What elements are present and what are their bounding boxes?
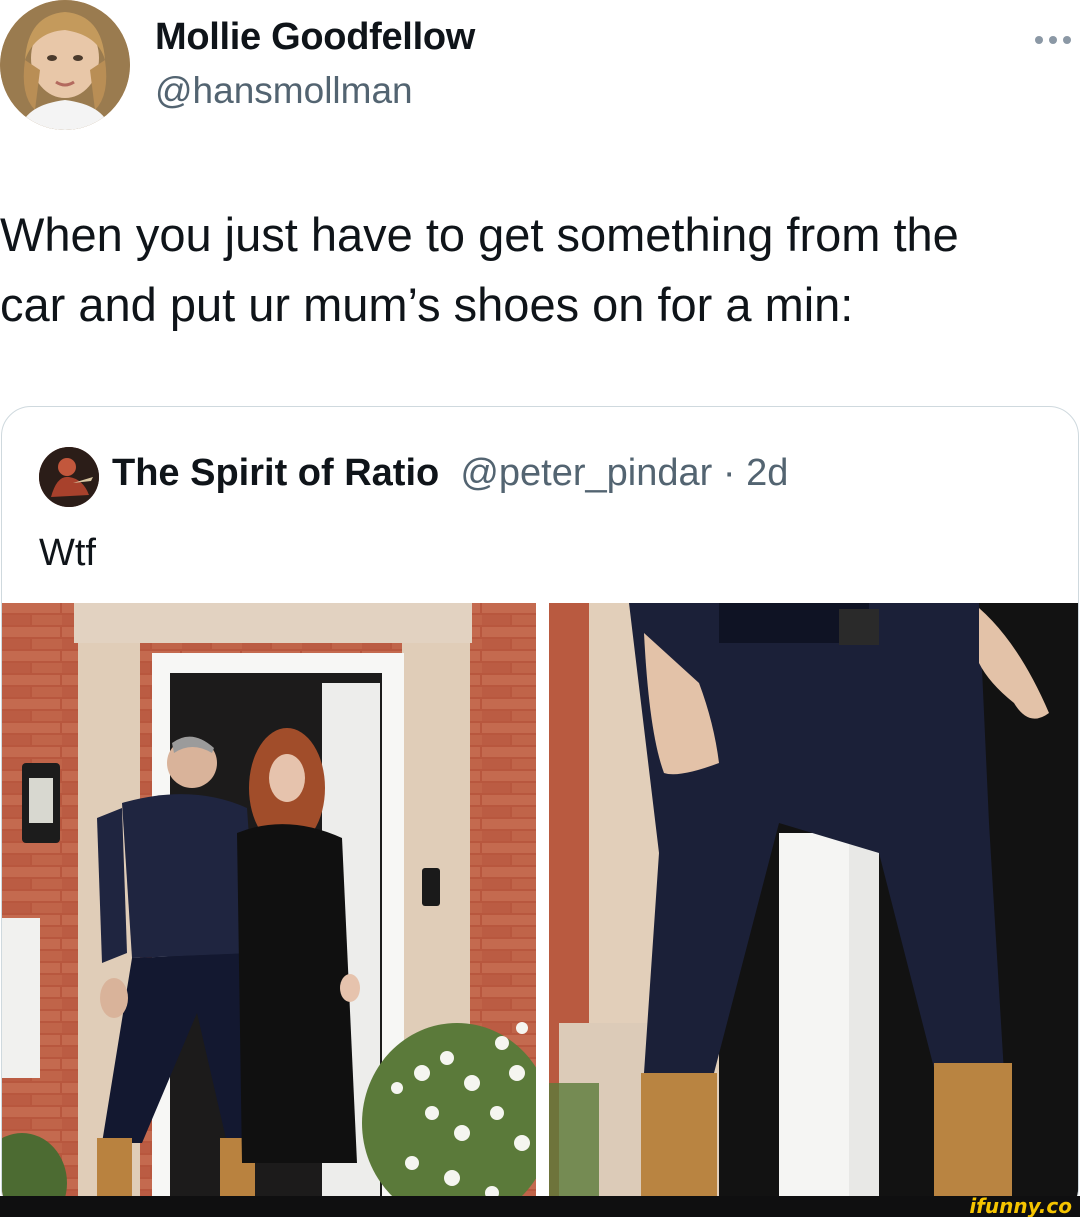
quoted-tweet-card[interactable]: The Spirit of Ratio @peter_pindar · 2d W… [1, 406, 1079, 1217]
quoted-display-name[interactable]: The Spirit of Ratio [112, 452, 439, 494]
watermark: ifunny.co [969, 1194, 1072, 1217]
quoted-text: Wtf [39, 532, 96, 574]
author-display-name[interactable]: Mollie Goodfellow [155, 16, 475, 59]
tweet-text: When you just have to get something from… [0, 200, 1070, 340]
quoted-handle[interactable]: @peter_pindar [460, 452, 712, 494]
profile-photo-icon [0, 0, 130, 130]
more-dot [1049, 36, 1057, 44]
more-dot [1063, 36, 1071, 44]
author-handle[interactable]: @hansmollman [155, 70, 413, 112]
more-horizontal-icon [1035, 36, 1043, 44]
bottom-bar: ifunny.co [0, 1194, 1080, 1217]
quoted-avatar-icon [39, 447, 99, 507]
tweet-screenshot: Mollie Goodfellow @hansmollman When you … [0, 0, 1080, 1217]
author-avatar[interactable] [0, 0, 130, 130]
photo-closeup-image [549, 603, 1078, 1217]
tweet-text-line: car and put ur mum’s shoes on for a min: [0, 278, 854, 331]
quoted-separator: · [712, 452, 747, 494]
quoted-photo-right[interactable] [549, 603, 1078, 1217]
tweet-text-line: When you just have to get something from… [0, 208, 959, 261]
photo-doorway-image [2, 603, 536, 1217]
more-button[interactable] [1028, 20, 1078, 60]
quoted-header: The Spirit of Ratio @peter_pindar · 2d [112, 452, 788, 495]
quoted-timestamp[interactable]: 2d [746, 452, 788, 494]
quoted-photo-left[interactable] [2, 603, 536, 1217]
quoted-handle-prefix [450, 452, 461, 494]
quoted-author-avatar[interactable] [39, 447, 99, 507]
